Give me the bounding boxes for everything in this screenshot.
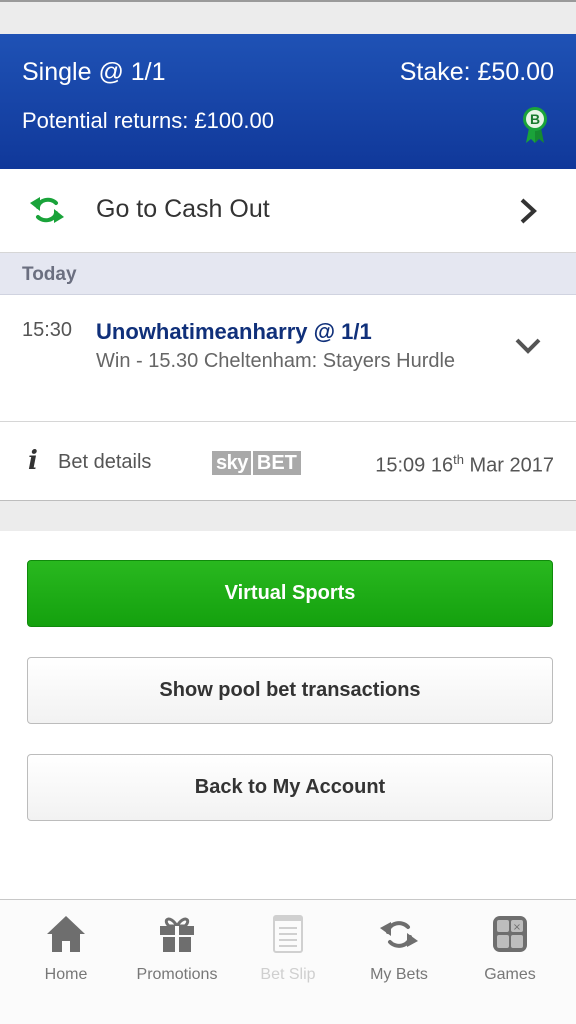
bet-summary-header: Single @ 1/1 Stake: £50.00 Potential ret… <box>0 34 576 169</box>
tab-label: My Bets <box>370 966 428 983</box>
section-title: Today <box>22 264 77 285</box>
tab-my-bets[interactable]: My Bets <box>344 914 454 994</box>
svg-text:×: × <box>513 922 521 933</box>
bet-selection[interactable]: 15:30 Unowhatimeanharry @ 1/1 Win - 15.3… <box>0 295 576 422</box>
show-pool-transactions-button[interactable]: Show pool bet transactions <box>27 657 553 724</box>
cash-out-label: Go to Cash Out <box>96 195 270 223</box>
rosette-badge-icon: B <box>523 107 547 143</box>
selection-name: Unowhatimeanharry @ 1/1 <box>96 319 372 344</box>
section-divider <box>0 501 576 531</box>
section-header-today: Today <box>0 253 576 295</box>
mybets-icon <box>380 921 418 948</box>
tab-label: Bet Slip <box>260 966 316 983</box>
selection-description: Win - 15.30 Cheltenham: Stayers Hurdle <box>96 350 456 372</box>
skybet-logo: sky BET <box>212 451 301 475</box>
tab-home[interactable]: Home <box>11 914 121 994</box>
cash-out-link[interactable]: Go to Cash Out <box>0 169 576 253</box>
race-time: 15:30 <box>22 319 73 341</box>
tab-games[interactable]: × Games <box>455 914 565 994</box>
badge-letter: B <box>530 111 540 127</box>
bet-details-label[interactable]: Bet details <box>58 451 151 474</box>
top-strip <box>0 0 576 34</box>
home-icon <box>47 916 85 952</box>
bet-timestamp: 15:09 16th Mar 2017 <box>375 452 554 477</box>
games-icon: × <box>493 916 527 952</box>
gift-icon <box>160 917 194 952</box>
stake-amount: Stake: £50.00 <box>399 58 554 86</box>
betslip-icon <box>273 915 303 953</box>
virtual-sports-button[interactable]: Virtual Sports <box>27 560 553 627</box>
bet-type: Single @ 1/1 <box>22 58 166 86</box>
back-to-account-button[interactable]: Back to My Account <box>27 754 553 821</box>
bottom-tab-bar: Home Promotions Bet Slip My Bets × Games <box>0 899 576 1024</box>
tab-label: Promotions <box>136 966 218 983</box>
chevron-right-icon <box>520 198 537 224</box>
cash-out-arrows-icon <box>30 197 64 223</box>
tab-bet-slip: Bet Slip <box>233 914 343 994</box>
action-buttons: Virtual Sports Show pool bet transaction… <box>0 531 576 899</box>
chevron-down-icon[interactable] <box>514 337 542 355</box>
tab-promotions[interactable]: Promotions <box>122 914 232 994</box>
potential-returns: Potential returns: £100.00 <box>22 108 274 133</box>
tab-label: Home <box>44 966 88 983</box>
info-icon[interactable]: i <box>28 446 38 476</box>
bet-details-row: i Bet details sky BET 15:09 16th Mar 2017 <box>0 422 576 501</box>
tab-label: Games <box>484 966 536 983</box>
